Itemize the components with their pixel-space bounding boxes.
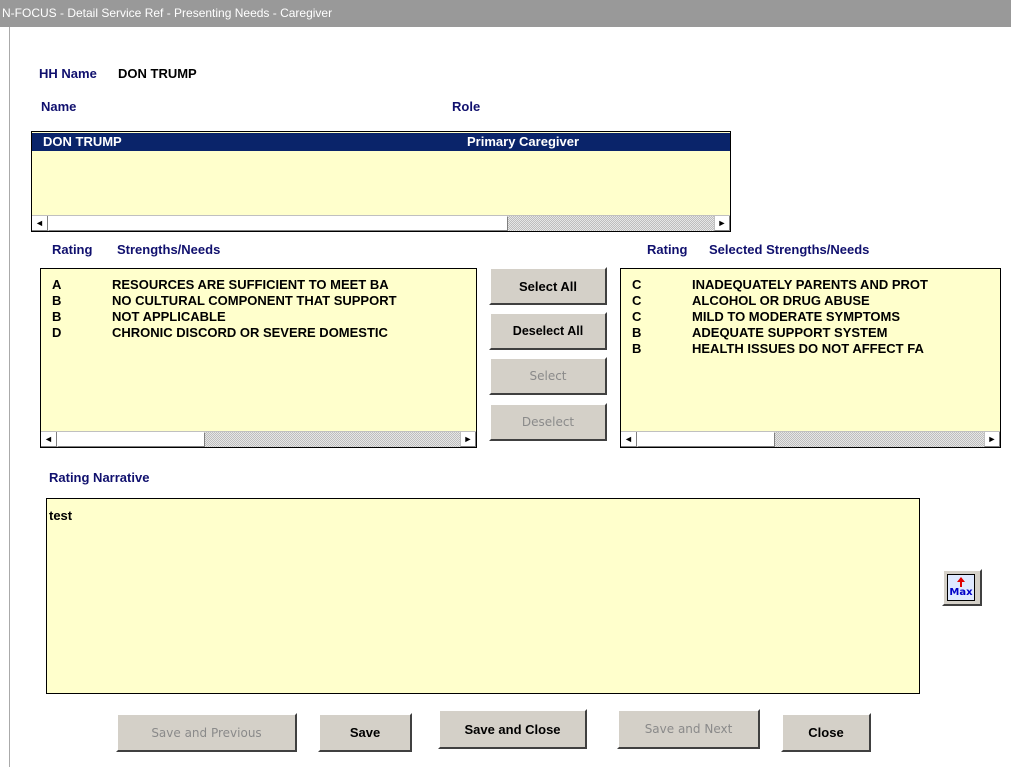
max-icon: Max (947, 574, 975, 601)
window-frame (0, 27, 10, 767)
scroll-left-icon[interactable]: ◄ (621, 432, 637, 447)
rating-code: A (52, 277, 62, 292)
scroll-left-icon[interactable]: ◄ (32, 216, 48, 231)
available-hscrollbar[interactable]: ◄ ► (41, 431, 476, 447)
save-and-previous-button[interactable]: Save and Previous (116, 713, 297, 752)
save-and-close-button[interactable]: Save and Close (438, 709, 587, 749)
scroll-thumb[interactable] (57, 432, 205, 447)
list-item[interactable]: C ALCOHOL OR DRUG ABUSE (621, 293, 1000, 309)
list-item[interactable]: A RESOURCES ARE SUFFICIENT TO MEET BA (41, 277, 476, 293)
members-hscrollbar[interactable]: ◄ ► (32, 215, 730, 231)
scroll-right-icon[interactable]: ► (984, 432, 1000, 447)
select-button[interactable]: Select (489, 357, 607, 395)
selected-needs-header: Selected Strengths/Needs (709, 242, 870, 257)
rating-code: B (52, 293, 62, 308)
rating-narrative-label: Rating Narrative (49, 470, 150, 485)
members-listbox[interactable]: DON TRUMP Primary Caregiver ◄ ► (31, 131, 731, 232)
rating-code: C (632, 277, 642, 292)
select-all-button[interactable]: Select All (489, 267, 607, 305)
need-text: CHRONIC DISCORD OR SEVERE DOMESTIC (112, 325, 388, 340)
list-item[interactable]: B NO CULTURAL COMPONENT THAT SUPPORT (41, 293, 476, 309)
need-text: HEALTH ISSUES DO NOT AFFECT FA (692, 341, 924, 356)
hh-name-value: DON TRUMP (118, 66, 197, 81)
window-title: N-FOCUS - Detail Service Ref - Presentin… (2, 6, 333, 20)
rating-code: C (632, 293, 642, 308)
list-item[interactable]: B ADEQUATE SUPPORT SYSTEM (621, 325, 1000, 341)
save-and-next-button[interactable]: Save and Next (617, 709, 760, 749)
member-row[interactable]: DON TRUMP Primary Caregiver (32, 133, 730, 151)
selected-rating-header: Rating (647, 242, 688, 257)
close-button[interactable]: Close (781, 713, 871, 752)
rating-code: B (52, 309, 62, 324)
rating-code: D (52, 325, 62, 340)
deselect-all-button[interactable]: Deselect All (489, 312, 607, 350)
selected-needs-listbox[interactable]: C INADEQUATELY PARENTS AND PROT C ALCOHOL … (620, 268, 1001, 448)
scroll-right-icon[interactable]: ► (460, 432, 476, 447)
list-item[interactable]: B NOT APPLICABLE (41, 309, 476, 325)
deselect-button[interactable]: Deselect (489, 403, 607, 441)
need-text: NOT APPLICABLE (112, 309, 226, 324)
scroll-thumb[interactable] (48, 216, 508, 231)
save-button[interactable]: Save (318, 713, 412, 752)
list-item[interactable]: C MILD TO MODERATE SYMPTOMS (621, 309, 1000, 325)
scroll-right-icon[interactable]: ► (714, 216, 730, 231)
selected-hscrollbar[interactable]: ◄ ► (621, 431, 1000, 447)
role-column-header: Role (452, 99, 481, 114)
maximize-narrative-button[interactable]: Max (942, 569, 982, 606)
rating-narrative-textarea[interactable]: test (46, 498, 920, 694)
rating-code: B (632, 325, 642, 340)
available-needs-header: Strengths/Needs (117, 242, 221, 257)
need-text: NO CULTURAL COMPONENT THAT SUPPORT (112, 293, 397, 308)
name-column-header: Name (41, 99, 77, 114)
need-text: ADEQUATE SUPPORT SYSTEM (692, 325, 888, 340)
available-needs-listbox[interactable]: A RESOURCES ARE SUFFICIENT TO MEET BA B NO… (40, 268, 477, 448)
scroll-left-icon[interactable]: ◄ (41, 432, 57, 447)
scroll-thumb[interactable] (637, 432, 775, 447)
need-text: ALCOHOL OR DRUG ABUSE (692, 293, 870, 308)
need-text: RESOURCES ARE SUFFICIENT TO MEET BA (112, 277, 389, 292)
rating-code: B (632, 341, 642, 356)
list-item[interactable]: D CHRONIC DISCORD OR SEVERE DOMESTIC (41, 325, 476, 341)
member-name: DON TRUMP (43, 134, 122, 149)
available-rating-header: Rating (52, 242, 93, 257)
list-item[interactable]: C INADEQUATELY PARENTS AND PROT (621, 277, 1000, 293)
need-text: INADEQUATELY PARENTS AND PROT (692, 277, 928, 292)
max-label: Max (949, 587, 973, 598)
member-role: Primary Caregiver (467, 134, 580, 149)
list-item[interactable]: B HEALTH ISSUES DO NOT AFFECT FA (621, 341, 1000, 357)
need-text: MILD TO MODERATE SYMPTOMS (692, 309, 901, 324)
hh-name-label: HH Name (39, 66, 97, 81)
window-title-bar: N-FOCUS - Detail Service Ref - Presentin… (0, 0, 1011, 27)
rating-code: C (632, 309, 642, 324)
